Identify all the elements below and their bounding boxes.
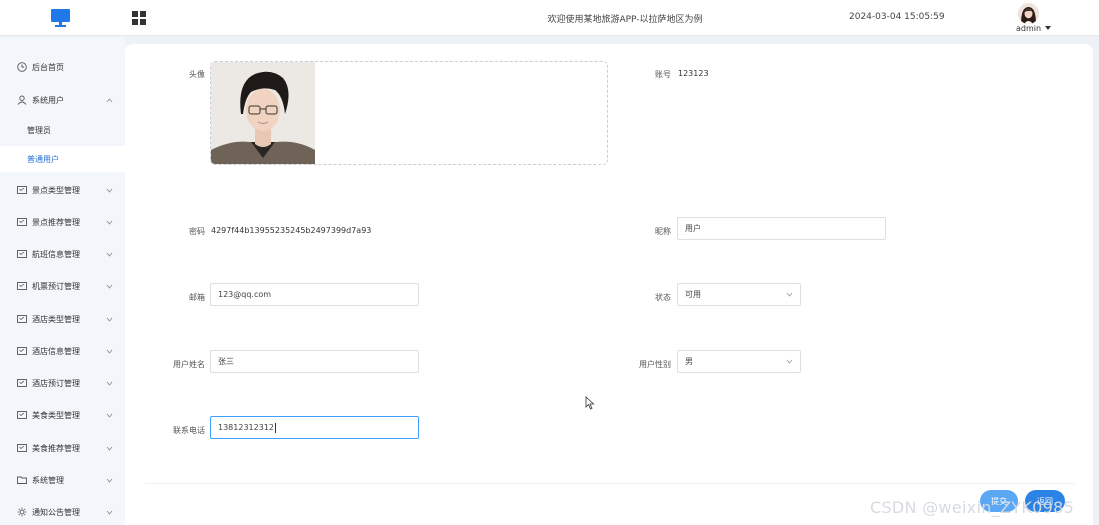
avatar-label: 头像 [189,70,205,79]
realname-label: 用户姓名 [173,360,205,369]
chevron-down-icon [786,359,793,364]
account-label: 账号 [655,70,671,79]
user-avatar[interactable] [1018,3,1039,24]
account-value: 123123 [678,69,709,78]
form-icon [17,379,27,387]
chevron-down-icon [106,188,113,193]
nickname-input[interactable]: 用户 [677,217,886,240]
chevron-down-icon [106,317,113,322]
sidebar-subitem-admin[interactable]: 管理员 [0,117,125,143]
avatar-photo-image [211,62,315,164]
form-icon [17,282,27,290]
chevron-down-icon [786,292,793,297]
user-menu[interactable]: admin [1016,24,1051,33]
sidebar-subitem-label: 管理员 [27,125,51,135]
user-icon [17,95,27,105]
form-icon [17,218,27,226]
form-icon [17,411,27,419]
phone-input-value: 13812312312 [218,423,274,432]
phone-input[interactable]: 13812312312 [210,416,419,439]
form-icon [17,315,27,323]
sidebar-item-flight-info[interactable]: 航班信息管理 [0,242,125,266]
sidebar-item-label: 机票预订管理 [32,281,80,291]
folder-icon [17,476,27,484]
email-input-value: 123@qq.com [218,290,272,299]
sidebar-item-label: 酒店信息管理 [32,346,80,356]
sidebar-item-hotel-info[interactable]: 酒店信息管理 [0,339,125,363]
phone-label: 联系电话 [173,426,205,435]
mouse-cursor-icon [585,396,595,410]
status-label: 状态 [655,293,671,302]
password-label: 密码 [189,227,205,236]
sidebar-subitem-label: 普通用户 [27,154,59,164]
realname-input[interactable]: 张三 [210,350,419,373]
sidebar-item-scenic-type[interactable]: 景点类型管理 [0,178,125,202]
sidebar-item-ticket-booking[interactable]: 机票预订管理 [0,274,125,298]
sidebar-item-label: 景点推荐管理 [32,217,80,227]
status-select-value: 可用 [685,290,701,299]
chevron-down-icon [106,478,113,483]
status-select[interactable]: 可用 [677,283,801,306]
chevron-up-icon [106,97,113,102]
email-input[interactable]: 123@qq.com [210,283,419,306]
sidebar-item-scenic-recommend[interactable]: 景点推荐管理 [0,210,125,234]
avatar-portrait-icon [1018,3,1039,24]
nickname-label: 昵称 [655,227,671,236]
sidebar-item-label: 景点类型管理 [32,185,80,195]
chevron-down-icon [106,510,113,515]
user-edit-form: 头像 账号 123123 密码 4297f44b13955235245b2497… [125,44,1093,525]
password-value: 4297f44b13955235245b2497399d7a93 [211,226,372,235]
current-datetime: 2024-03-04 15:05:59 [849,12,945,22]
sun-icon [17,507,27,517]
grid-menu-icon[interactable] [132,11,146,25]
gender-select[interactable]: 男 [677,350,801,373]
chevron-down-icon [106,349,113,354]
form-icon [17,186,27,194]
sidebar-item-notice-management[interactable]: 通知公告管理 [0,500,125,524]
form-icon [17,444,27,452]
form-icon [17,250,27,258]
form-divider [145,483,1075,484]
chevron-down-icon [106,446,113,451]
sidebar-item-label: 酒店类型管理 [32,314,80,324]
sidebar-item-label: 美食推荐管理 [32,443,80,453]
chevron-down-icon [106,252,113,257]
sidebar-item-label: 通知公告管理 [32,507,80,517]
user-name-label: admin [1016,24,1042,33]
watermark: CSDN @weixin_ZYK0985 [870,498,1075,517]
sidebar-item-food-recommend[interactable]: 美食推荐管理 [0,436,125,460]
chevron-down-icon [106,284,113,289]
sidebar-item-system-management[interactable]: 系统管理 [0,468,125,492]
sidebar-item-label: 酒店预订管理 [32,378,80,388]
sidebar-item-hotel-booking[interactable]: 酒店预订管理 [0,371,125,395]
sidebar-item-label: 系统管理 [32,475,64,485]
sidebar-subitem-normal-user[interactable]: 普通用户 [0,146,125,172]
chevron-down-icon [106,381,113,386]
monitor-logo-icon [51,9,70,27]
form-icon [17,347,27,355]
sidebar-item-label: 系统用户 [32,95,64,105]
sidebar: 后台首页 系统用户 管理员 普通用户 景点类型管理 景点推荐管理 航班信息管理 … [0,37,125,525]
text-caret [275,422,276,433]
sidebar-item-label: 后台首页 [32,62,64,72]
gender-label: 用户性别 [639,360,671,369]
sidebar-item-label: 航班信息管理 [32,249,80,259]
avatar-upload[interactable] [210,61,608,165]
chevron-down-icon [106,220,113,225]
sidebar-item-food-type[interactable]: 美食类型管理 [0,403,125,427]
gender-select-value: 男 [685,357,693,366]
email-label: 邮箱 [189,293,205,302]
sidebar-item-home[interactable]: 后台首页 [0,55,125,79]
nickname-input-value: 用户 [685,224,701,233]
caret-down-icon [1044,26,1051,30]
realname-input-value: 张三 [218,357,234,366]
sidebar-item-label: 美食类型管理 [32,410,80,420]
sidebar-item-system-users[interactable]: 系统用户 [0,88,125,112]
sidebar-item-hotel-type[interactable]: 酒店类型管理 [0,307,125,331]
app-title: 欢迎使用某地旅游APP-以拉萨地区为例 [547,15,703,25]
top-bar: 欢迎使用某地旅游APP-以拉萨地区为例 2024-03-04 15:05:59 … [0,0,1099,36]
chevron-down-icon [106,413,113,418]
clock-icon [17,62,27,72]
